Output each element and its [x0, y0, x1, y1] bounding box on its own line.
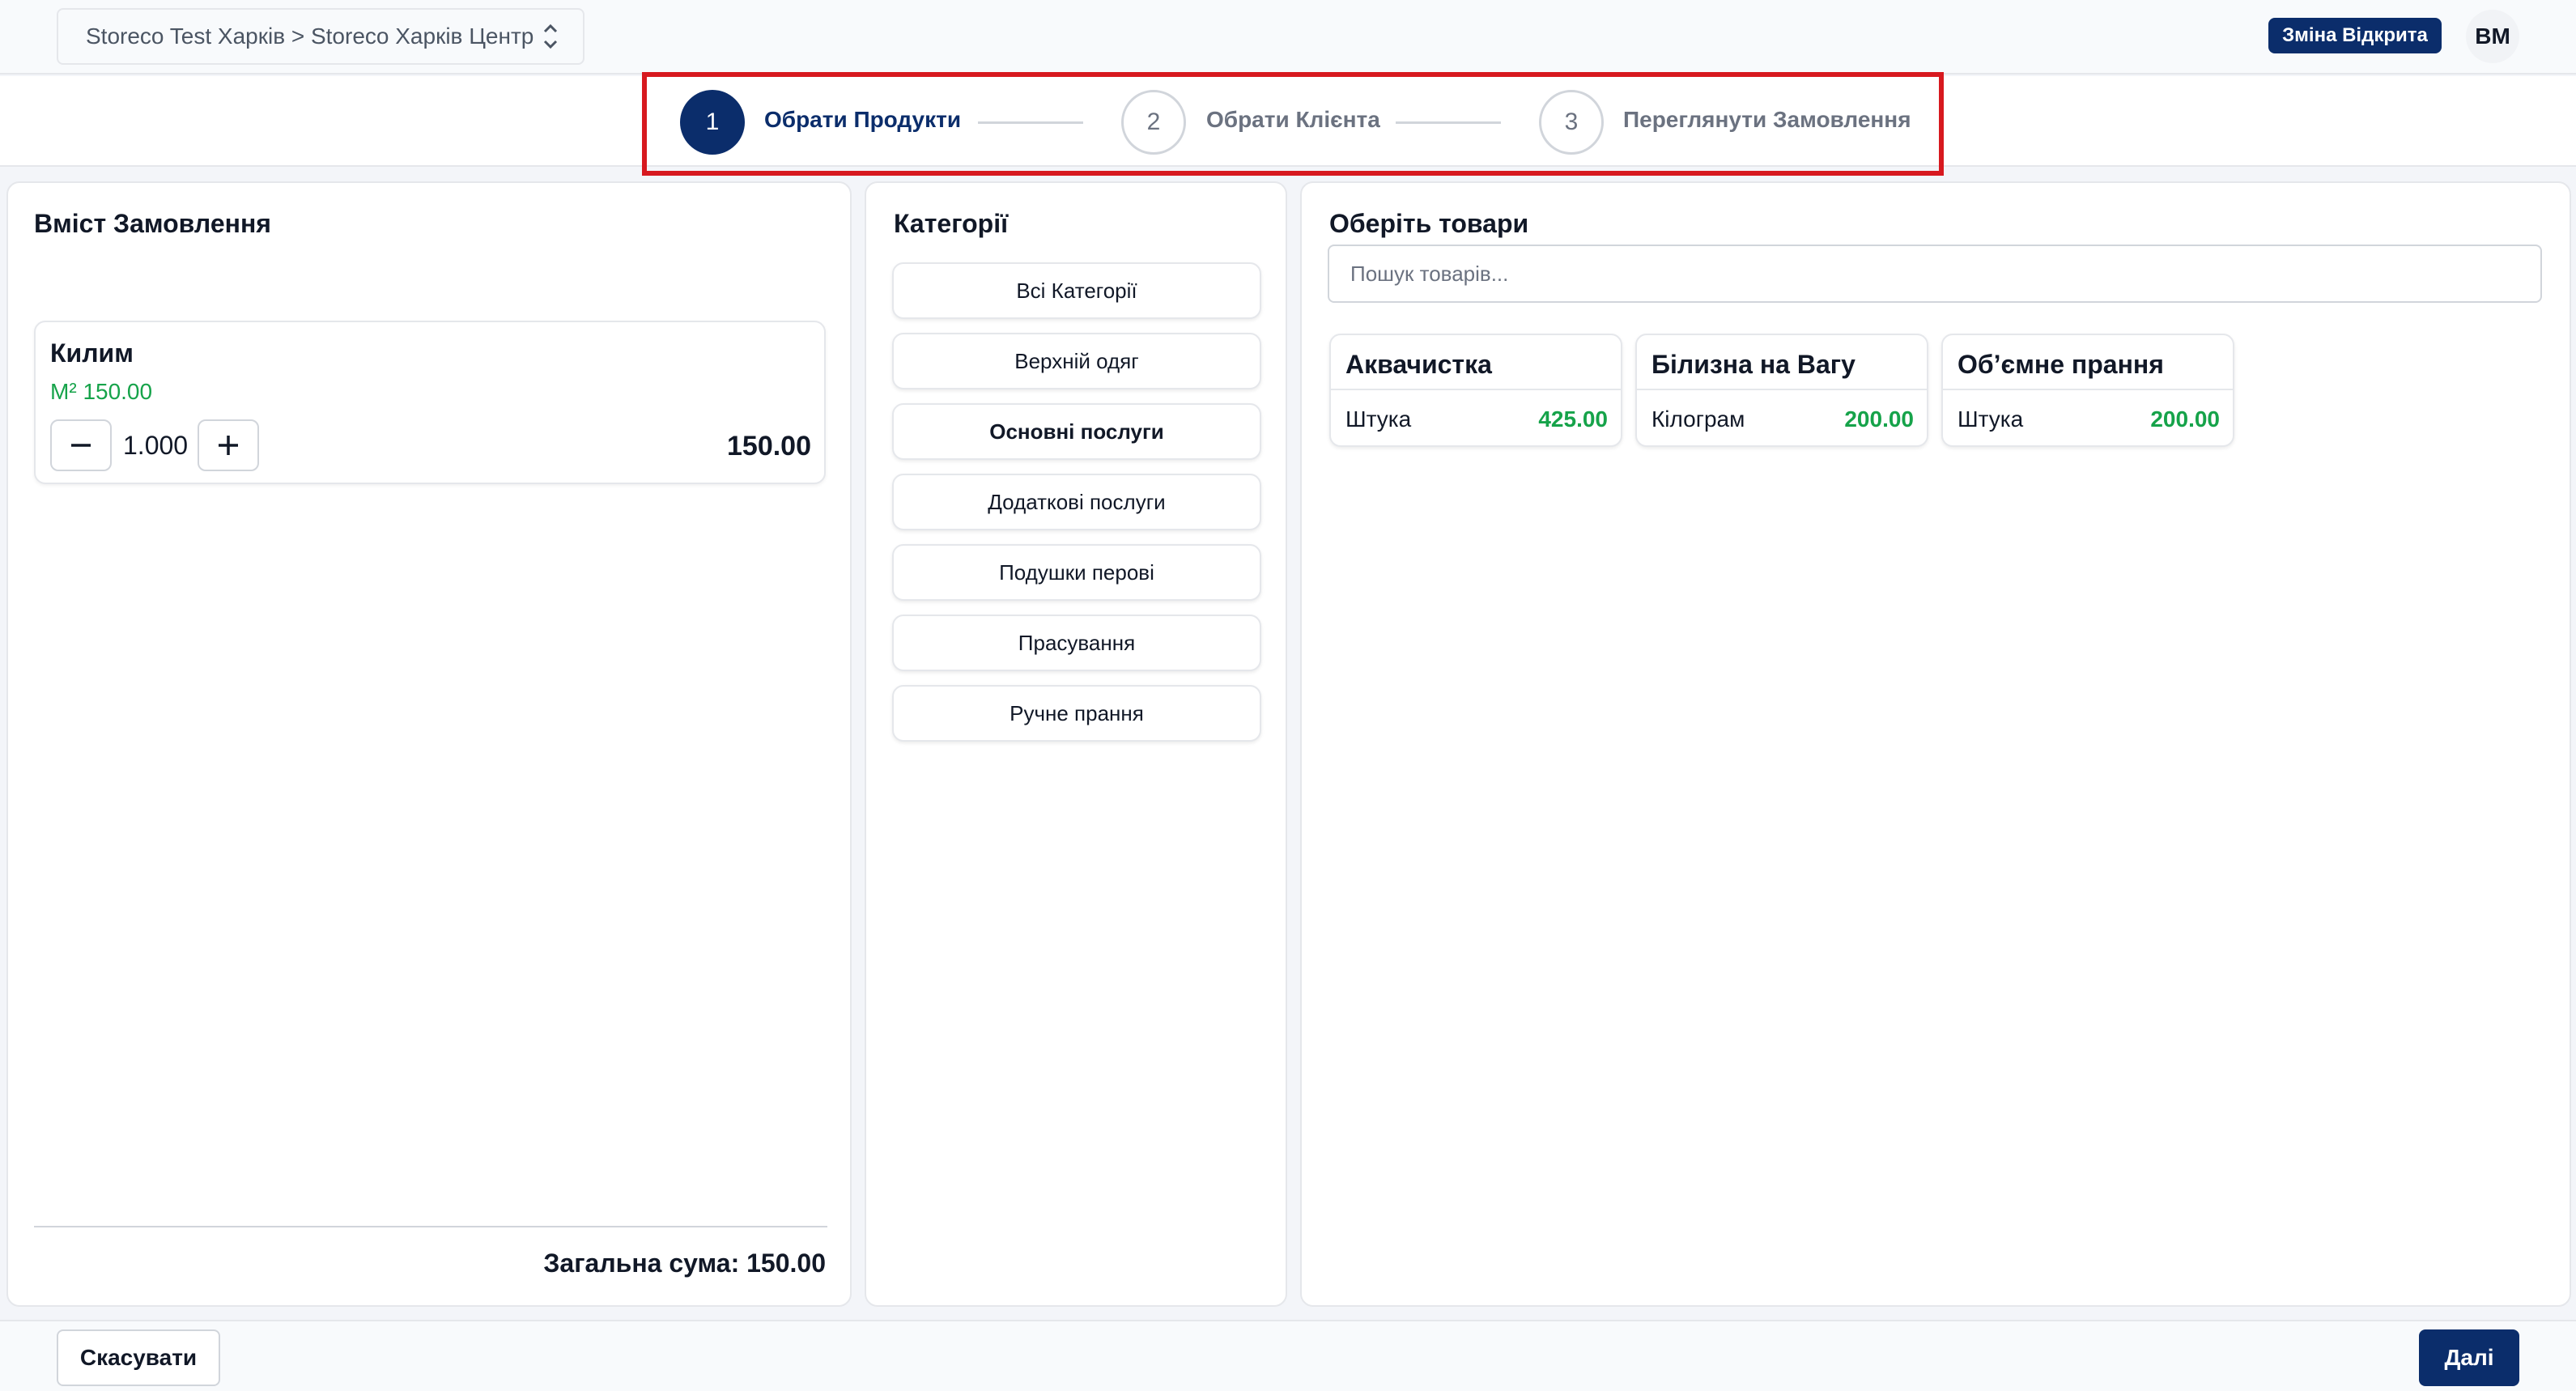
products-title: Оберіть товари: [1329, 209, 1529, 238]
category-all[interactable]: Всі Категорії: [892, 262, 1261, 319]
user-avatar[interactable]: ВМ: [2466, 10, 2519, 63]
product-card[interactable]: Об’ємне прання Штука 200.00: [1941, 334, 2234, 447]
category-main-services[interactable]: Основні послуги: [892, 403, 1261, 460]
category-additional-services[interactable]: Додаткові послуги: [892, 474, 1261, 530]
next-button[interactable]: Далі: [2419, 1329, 2519, 1386]
decrease-quantity-button[interactable]: [50, 419, 112, 471]
divider: [1331, 389, 1621, 390]
product-search-input[interactable]: [1328, 245, 2542, 303]
product-card[interactable]: Аквачистка Штука 425.00: [1329, 334, 1622, 447]
step-1-circle[interactable]: 1: [680, 90, 745, 155]
product-unit: Штука: [1958, 406, 2024, 432]
step-connector: [978, 121, 1083, 124]
divider: [1943, 389, 2233, 390]
product-unit: Кілограм: [1651, 406, 1745, 432]
store-path: Storeco Test Харків > Storeco Харків Цен…: [86, 23, 534, 49]
shift-status-badge[interactable]: Зміна Відкрита: [2268, 18, 2442, 53]
product-price: 200.00: [1844, 406, 1914, 432]
category-outerwear[interactable]: Верхній одяг: [892, 333, 1261, 389]
category-ironing[interactable]: Прасування: [892, 615, 1261, 671]
footer-bar: [0, 1320, 2576, 1391]
step-connector: [1396, 121, 1501, 124]
step-2-circle[interactable]: 2: [1121, 90, 1186, 155]
cancel-button[interactable]: Скасувати: [57, 1329, 220, 1386]
divider: [34, 1226, 827, 1227]
order-item: Килим М² 150.00 1.000 150.00: [34, 321, 826, 484]
category-feather-pillows[interactable]: Подушки перові: [892, 544, 1261, 601]
order-item-unit-price: М² 150.00: [50, 379, 152, 405]
step-2-label[interactable]: Обрати Клієнта: [1206, 107, 1380, 133]
plus-icon: [219, 436, 238, 455]
product-card[interactable]: Білизна на Вагу Кілограм 200.00: [1635, 334, 1928, 447]
product-name: Об’ємне прання: [1958, 350, 2164, 379]
product-name: Аквачистка: [1345, 350, 1492, 379]
order-item-total: 150.00: [727, 431, 811, 462]
products-panel: Оберіть товари Аквачистка Штука 425.00 Б…: [1300, 181, 2571, 1307]
order-item-name: Килим: [50, 338, 134, 368]
unit-label: М²: [50, 379, 77, 404]
product-price: 200.00: [2150, 406, 2220, 432]
quantity-value[interactable]: 1.000: [123, 431, 188, 461]
increase-quantity-button[interactable]: [198, 419, 259, 471]
divider: [1637, 389, 1927, 390]
step-1-label[interactable]: Обрати Продукти: [764, 107, 961, 133]
category-hand-wash[interactable]: Ручне прання: [892, 685, 1261, 742]
order-total: Загальна сума: 150.00: [543, 1248, 826, 1278]
unit-price-value: 150.00: [83, 379, 153, 404]
chevron-up-down-icon: [541, 20, 560, 53]
minus-icon: [71, 444, 91, 447]
product-name: Білизна на Вагу: [1651, 350, 1855, 379]
categories-panel: Категорії Всі Категорії Верхній одяг Осн…: [865, 181, 1287, 1307]
order-title: Вміст Замовлення: [34, 209, 271, 238]
order-panel: Вміст Замовлення Килим М² 150.00 1.000 1…: [6, 181, 852, 1307]
step-3-circle[interactable]: 3: [1539, 90, 1604, 155]
store-selector[interactable]: Storeco Test Харків > Storeco Харків Цен…: [57, 8, 584, 65]
product-unit: Штука: [1345, 406, 1412, 432]
product-price: 425.00: [1538, 406, 1608, 432]
categories-title: Категорії: [894, 209, 1009, 238]
step-3-label[interactable]: Переглянути Замовлення: [1623, 107, 1911, 133]
